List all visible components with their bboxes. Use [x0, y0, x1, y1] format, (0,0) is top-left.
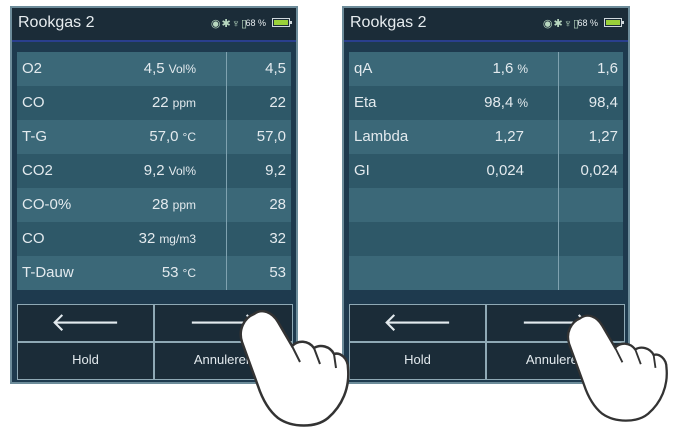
table-row: CO2 9,2 Vol% 9,2	[17, 154, 291, 188]
column-divider	[558, 86, 559, 120]
row-unit: ppm	[172, 96, 196, 110]
row-number: 4,5	[265, 60, 286, 77]
row-unit: Vol%	[168, 164, 196, 178]
table-row: O2 4,5 Vol% 4,5	[17, 52, 291, 86]
row-unit: Vol%	[168, 62, 196, 76]
row-number: 53	[269, 264, 286, 281]
row-unit: %	[517, 62, 528, 76]
row-number: 1,27	[588, 128, 618, 145]
table-row: Eta 98,4% 98,4	[349, 86, 623, 120]
status-icons: ◉✱♆▯	[210, 18, 248, 30]
table-row: T-Dauw 53 °C 53	[17, 256, 291, 290]
battery-icon	[272, 18, 292, 27]
table-row	[349, 222, 623, 256]
row-number: 0,024	[580, 162, 618, 179]
row-number: 28	[269, 196, 286, 213]
screen-title: Rookgas 2	[18, 14, 95, 31]
column-divider	[558, 154, 559, 188]
column-divider	[558, 222, 559, 256]
row-value: 0,024	[486, 162, 524, 179]
table-row: qA 1,6% 1,6	[349, 52, 623, 86]
column-divider	[226, 154, 227, 188]
table-row	[349, 188, 623, 222]
row-label: T-Dauw	[22, 264, 74, 281]
row-number: 1,6	[597, 60, 618, 77]
row-value: 1,6	[492, 60, 514, 77]
back-button[interactable]: 🡐	[349, 304, 486, 342]
table-row: T-G 57,0 °C 57,0	[17, 120, 291, 154]
row-label: GI	[354, 162, 370, 179]
status-icons: ◉✱♆▯	[542, 18, 580, 30]
row-number: 98,4	[588, 94, 618, 111]
row-label: Lambda	[354, 128, 409, 145]
row-value: 28	[151, 196, 169, 213]
table-row: CO-0% 28 ppm 28	[17, 188, 291, 222]
row-unit: %	[517, 96, 528, 110]
row-value: 98,4	[484, 94, 514, 111]
hold-button[interactable]: Hold	[349, 342, 486, 380]
table-row: Lambda 1,27 1,27	[349, 120, 623, 154]
row-value: 32	[138, 230, 156, 247]
battery-percentage: 68 %	[577, 18, 598, 28]
row-value: 53	[161, 264, 179, 281]
column-divider	[558, 52, 559, 86]
column-divider	[226, 52, 227, 86]
row-value: 22	[151, 94, 169, 111]
row-number: 22	[269, 94, 286, 111]
row-label: qA	[354, 60, 373, 77]
row-value: 57,0	[149, 128, 179, 145]
measurement-table: qA 1,6% 1,6 Eta 98,4% 98,4 Lambda 1,27 1…	[349, 52, 623, 290]
column-divider	[226, 256, 227, 290]
column-divider	[558, 188, 559, 222]
screen-title: Rookgas 2	[350, 14, 427, 31]
column-divider	[226, 188, 227, 222]
measurement-table: O2 4,5 Vol% 4,5 CO 22 ppm 22 T-G 57,0 °C 57…	[17, 52, 291, 290]
row-unit: mg/m3	[159, 232, 196, 246]
row-label: Eta	[354, 94, 377, 111]
row-number: 32	[269, 230, 286, 247]
hold-button-label: Hold	[404, 352, 431, 367]
pointing-hand-icon	[239, 310, 350, 427]
pointing-hand-icon	[566, 314, 668, 422]
column-divider	[558, 120, 559, 154]
row-unit: °C	[182, 130, 196, 144]
row-number: 57,0	[256, 128, 286, 145]
row-label: CO	[22, 230, 45, 247]
table-row: CO 22 ppm 22	[17, 86, 291, 120]
row-label: CO	[22, 94, 45, 111]
hold-button-label: Hold	[72, 352, 99, 367]
hold-button[interactable]: Hold	[17, 342, 154, 380]
row-unit: ppm	[172, 198, 196, 212]
arrow-left-icon: 🡐	[382, 307, 453, 337]
battery-percentage: 68 %	[245, 18, 266, 28]
column-divider	[226, 120, 227, 154]
row-label: O2	[22, 60, 43, 77]
status-bar: Rookgas 2 ◉✱♆▯ 68 %	[344, 8, 628, 42]
row-label: T-G	[22, 128, 47, 145]
table-row: CO 32 mg/m3 32	[17, 222, 291, 256]
row-value: 4,5	[143, 60, 165, 77]
row-unit: °C	[182, 266, 196, 280]
row-value: 9,2	[143, 162, 165, 179]
status-bar: Rookgas 2 ◉✱♆▯ 68 %	[12, 8, 296, 42]
back-button[interactable]: 🡐	[17, 304, 154, 342]
column-divider	[558, 256, 559, 290]
table-row	[349, 256, 623, 290]
row-number: 9,2	[265, 162, 286, 179]
column-divider	[226, 222, 227, 256]
battery-icon	[604, 18, 624, 27]
arrow-left-icon: 🡐	[50, 307, 121, 337]
column-divider	[226, 86, 227, 120]
row-label: CO2	[22, 162, 53, 179]
table-row: GI 0,024 0,024	[349, 154, 623, 188]
row-value: 1,27	[494, 128, 524, 145]
row-label: CO-0%	[22, 196, 72, 213]
